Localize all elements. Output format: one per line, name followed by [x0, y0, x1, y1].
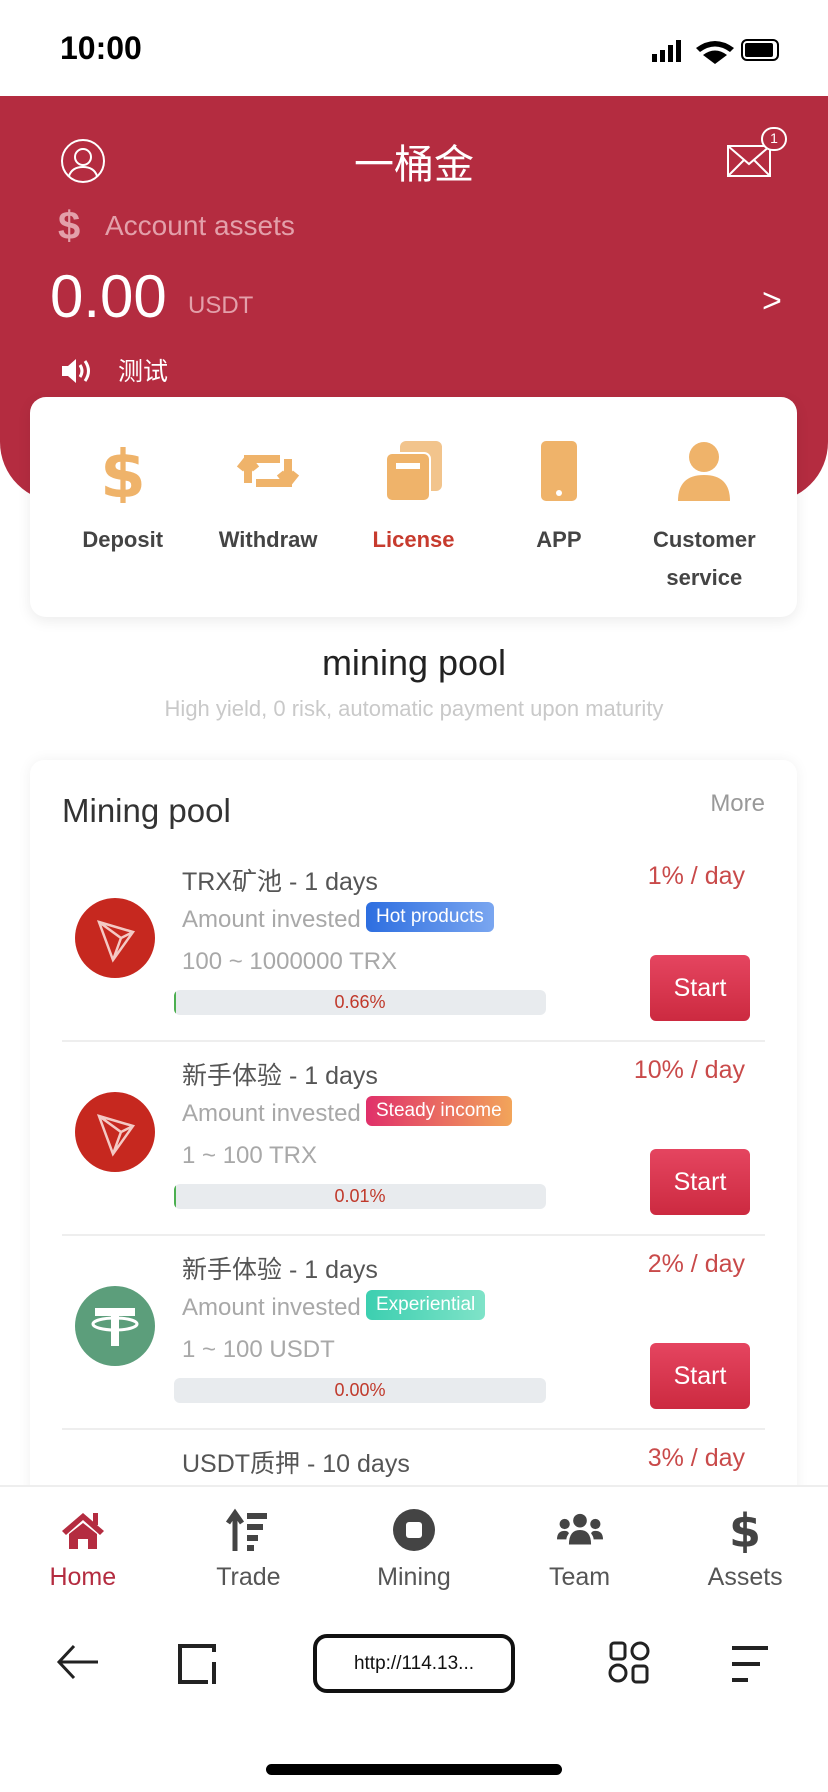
start-button[interactable]: Start: [650, 1149, 750, 1215]
pool-item: 新手体验 - 1 days 10% / day Amount invested …: [62, 1042, 765, 1236]
message-badge: 1: [770, 130, 778, 146]
bottom-tabbar: Home Trade Mining Team $ Assets: [0, 1485, 828, 1605]
usdt-coin-icon: [75, 1286, 155, 1366]
mining-pool-card: Mining pool More TRX矿池 - 1 days 1% / day…: [30, 760, 797, 1520]
status-bar: 10:00: [0, 0, 828, 96]
apps-grid-icon[interactable]: [608, 1640, 652, 1684]
start-button[interactable]: Start: [650, 955, 750, 1021]
transfer-icon: [236, 455, 300, 487]
messages-button[interactable]: 1: [726, 126, 790, 187]
progress-bar: 0.00%: [174, 1378, 546, 1403]
hot-products-badge: Hot products: [366, 902, 494, 932]
customer-service-button[interactable]: Customer service: [632, 397, 777, 617]
deposit-button[interactable]: $ Deposit: [50, 397, 195, 617]
pool-item: TRX矿池 - 1 days 1% / day Amount invested …: [62, 848, 765, 1042]
progress-bar: 0.01%: [174, 1184, 546, 1209]
cards-icon: [384, 441, 442, 502]
phone-icon: [540, 441, 577, 501]
back-arrow-icon[interactable]: [56, 1642, 100, 1682]
home-icon: [61, 1513, 104, 1549]
users-icon: [556, 1513, 603, 1545]
trx-coin-icon: [75, 898, 155, 978]
tabs-icon[interactable]: [178, 1642, 220, 1686]
steady-income-badge: Steady income: [366, 1096, 512, 1126]
status-time: 10:00: [60, 30, 142, 66]
dollar-icon: $: [729, 1507, 761, 1553]
stop-circle-icon: [392, 1509, 435, 1551]
tab-assets[interactable]: $ Assets: [662, 1487, 828, 1605]
start-button[interactable]: Start: [650, 1343, 750, 1409]
balance-unit: USDT: [188, 292, 254, 319]
sort-amount-icon: [226, 1508, 268, 1551]
app-button[interactable]: APP: [486, 397, 631, 617]
experiential-badge: Experiential: [366, 1290, 486, 1320]
assets-chevron-right[interactable]: >: [762, 282, 782, 321]
pool-item: 新手体验 - 1 days 2% / day Amount invested E…: [62, 1236, 765, 1430]
app-title: 一桶金: [354, 143, 474, 187]
withdraw-button[interactable]: Withdraw: [195, 397, 340, 617]
home-indicator: [266, 1764, 562, 1775]
svg-text:$: $: [100, 439, 146, 503]
pool-title: Mining pool: [62, 792, 231, 829]
menu-icon[interactable]: [730, 1644, 770, 1684]
tab-team[interactable]: Team: [497, 1487, 663, 1605]
section-title: mining pool: [321, 642, 507, 683]
svg-text:$: $: [729, 1507, 761, 1553]
person-icon: [678, 442, 731, 501]
progress-bar: 0.66%: [174, 990, 546, 1015]
section-subtitle: High yield, 0 risk, automatic payment up…: [164, 696, 664, 721]
tab-trade[interactable]: Trade: [166, 1487, 332, 1605]
dollar-icon: $: [100, 439, 146, 503]
dollar-icon: $: [58, 204, 81, 248]
notice-text: 测试: [118, 358, 169, 386]
balance-amount: 0.00: [50, 263, 167, 330]
url-bar[interactable]: http://114.13...: [313, 1634, 515, 1693]
more-link[interactable]: More: [710, 790, 765, 818]
trx-coin-icon: [75, 1092, 155, 1172]
status-icons: [652, 39, 779, 64]
account-assets-label: Account assets: [105, 210, 295, 241]
speaker-icon: [62, 359, 90, 383]
tab-home[interactable]: Home: [0, 1487, 166, 1605]
license-button[interactable]: License: [341, 397, 486, 617]
quick-actions: $ Deposit Withdraw License APP Customer …: [30, 397, 797, 617]
tab-mining[interactable]: Mining: [331, 1487, 497, 1605]
